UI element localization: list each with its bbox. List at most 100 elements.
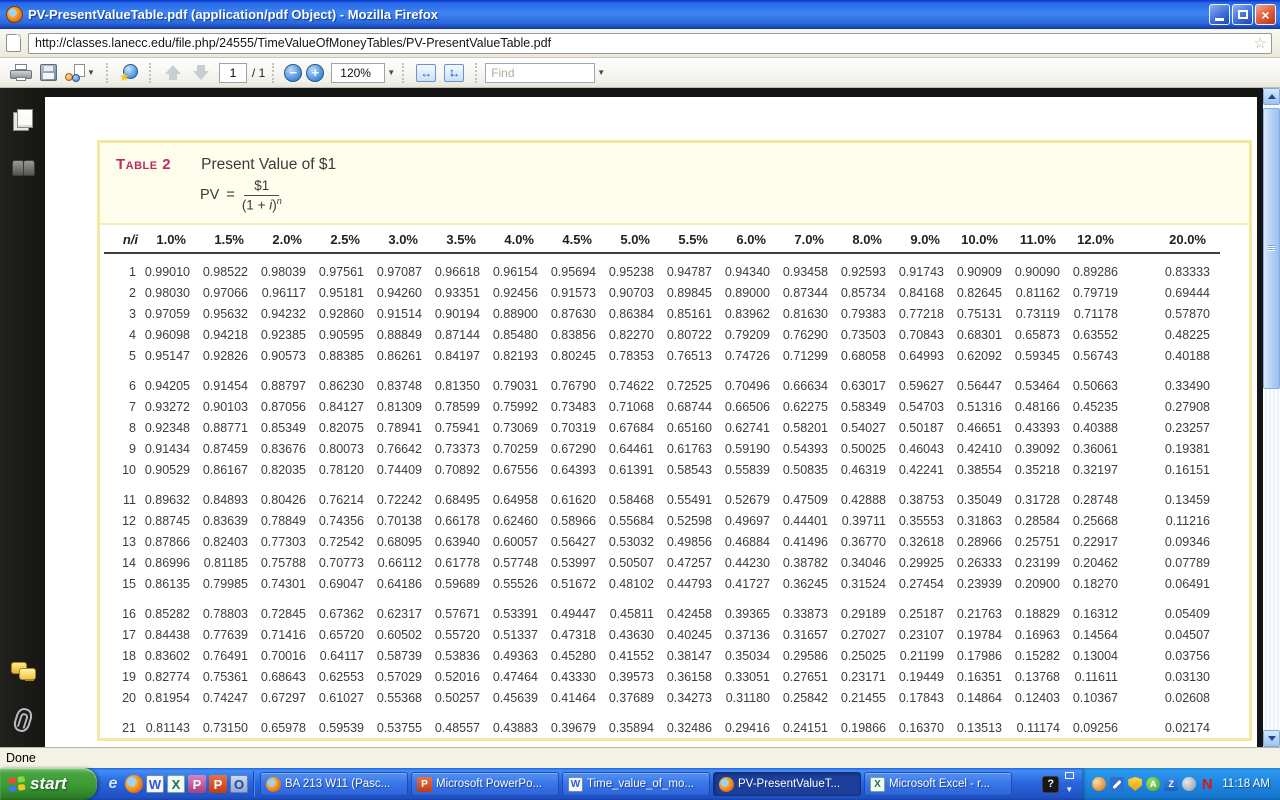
column-header: 3.0% <box>374 225 432 253</box>
pv-cell: 0.56743 <box>1070 346 1128 367</box>
shield-tray-icon[interactable] <box>1128 777 1142 791</box>
pages-icon[interactable] <box>11 108 35 132</box>
pv-cell: 0.47509 <box>780 481 838 511</box>
period-cell: 13 <box>104 532 142 553</box>
pv-cell: 0.01258 <box>1128 739 1220 741</box>
pv-cell: 0.52598 <box>664 511 722 532</box>
pv-cell: 0.57671 <box>432 595 490 625</box>
pv-cell: 0.05409 <box>1128 595 1220 625</box>
hidden-icons-toggle[interactable]: ▼ <box>1065 772 1074 797</box>
firefox-icon[interactable] <box>125 775 143 793</box>
pv-cell: 0.47257 <box>664 553 722 574</box>
powerpoint-icon[interactable] <box>209 775 227 793</box>
pv-cell: 0.98522 <box>200 253 258 283</box>
pv-cell: 0.84168 <box>896 283 954 304</box>
pv-cell: 0.77218 <box>896 304 954 325</box>
period-cell: 15 <box>104 574 142 595</box>
publisher-icon[interactable] <box>188 775 206 793</box>
period-cell: 5 <box>104 346 142 367</box>
pv-cell: 0.50025 <box>838 439 896 460</box>
novell-tray-icon[interactable] <box>1200 777 1214 791</box>
minimize-button[interactable] <box>1209 4 1230 25</box>
pv-cell: 0.89845 <box>664 283 722 304</box>
pv-cell: 0.77639 <box>200 625 258 646</box>
chevron-down-icon: ▼ <box>1065 785 1073 794</box>
pv-cell: 0.04507 <box>1128 625 1220 646</box>
fit-width-button[interactable]: ↔ <box>413 61 439 85</box>
comments-icon[interactable] <box>11 659 35 683</box>
pv-cell: 0.25187 <box>896 595 954 625</box>
save-button[interactable] <box>37 61 60 85</box>
arrow-down-icon <box>193 71 209 80</box>
pv-cell: 0.23107 <box>896 625 954 646</box>
pv-cell: 0.35034 <box>722 646 780 667</box>
pv-cell: 0.91573 <box>548 283 606 304</box>
pv-cell: 0.75941 <box>432 418 490 439</box>
find-input[interactable] <box>485 63 595 83</box>
pv-cell: 0.71068 <box>606 397 664 418</box>
pv-cell: 0.68095 <box>374 532 432 553</box>
taskbar-button[interactable]: Microsoft Excel - r... <box>864 772 1012 796</box>
bookmark-star-icon[interactable]: ☆ <box>1254 36 1267 51</box>
zoom-out-button[interactable]: − <box>284 64 302 82</box>
word-icon[interactable] <box>146 775 164 793</box>
table-row: 10.990100.985220.980390.975610.970870.96… <box>104 253 1220 283</box>
pv-cell: 0.62172 <box>258 739 316 741</box>
pv-cell: 0.82193 <box>490 346 548 367</box>
ie-icon[interactable] <box>104 775 122 793</box>
chevron-down-icon[interactable]: ▼ <box>597 68 605 77</box>
pv-cell: 0.69444 <box>1128 283 1220 304</box>
fit-page-button[interactable]: ↔↔ <box>441 61 467 85</box>
vertical-scrollbar[interactable] <box>1263 88 1280 747</box>
excel-icon[interactable] <box>167 775 185 793</box>
pv-cell: 0.71178 <box>1070 304 1128 325</box>
zoom-in-button[interactable]: + <box>306 64 324 82</box>
speaker-tray-icon[interactable] <box>1182 777 1196 791</box>
pv-cell: 0.53464 <box>1012 367 1070 397</box>
previous-page-button[interactable] <box>162 61 184 85</box>
scroll-up-button[interactable] <box>1263 88 1280 105</box>
taskbar-button[interactable]: Time_value_of_mo... <box>562 772 710 796</box>
column-header: 6.0% <box>722 225 780 253</box>
taskbar-button[interactable]: PV-PresentValueT... <box>713 772 861 796</box>
pv-cell: 0.63940 <box>432 532 490 553</box>
outlook-icon[interactable] <box>230 775 248 793</box>
taskbar-button[interactable]: Microsoft PowerPo... <box>411 772 559 796</box>
pv-cell: 0.35894 <box>606 709 664 739</box>
zoom-level-select[interactable]: 120% <box>331 63 385 83</box>
pv-cell: 0.38147 <box>664 646 722 667</box>
pv-cell: 0.73119 <box>1012 304 1070 325</box>
excel-icon <box>870 777 885 792</box>
pv-cell: 0.49363 <box>490 646 548 667</box>
restore-button[interactable] <box>1232 4 1253 25</box>
green-a-tray-icon[interactable] <box>1146 777 1160 791</box>
z-tray-icon[interactable] <box>1164 777 1178 791</box>
bookmarks-icon[interactable] <box>11 156 35 180</box>
pv-cell: 0.13459 <box>1128 481 1220 511</box>
collaborate-button[interactable]: ▼ <box>62 61 98 85</box>
globe-tray-icon[interactable] <box>1092 777 1106 791</box>
print-button[interactable] <box>7 61 35 85</box>
page-number-input[interactable] <box>219 63 247 83</box>
pv-cell: 0.83639 <box>200 511 258 532</box>
attachments-icon[interactable] <box>11 707 35 731</box>
wrench-tray-icon[interactable] <box>1110 777 1124 791</box>
period-cell: 1 <box>104 253 142 283</box>
url-input[interactable]: http://classes.lanecc.edu/file.php/24555… <box>28 33 1272 54</box>
start-button[interactable]: start <box>0 768 97 800</box>
share-button[interactable] <box>117 61 141 85</box>
close-button[interactable]: × <box>1255 4 1276 25</box>
table-row: 50.951470.928260.905730.883850.862610.84… <box>104 346 1220 367</box>
pv-cell: 0.29586 <box>780 646 838 667</box>
pv-cell: 0.57029 <box>374 667 432 688</box>
next-page-button[interactable] <box>190 61 212 85</box>
scroll-down-button[interactable] <box>1263 730 1280 747</box>
taskbar-button[interactable]: BA 213 W11 (Pasc... <box>260 772 408 796</box>
pv-cell: 0.61027 <box>316 688 374 709</box>
scrollbar-thumb[interactable] <box>1263 108 1280 389</box>
scrollbar-track[interactable] <box>1263 389 1280 730</box>
pv-cell: 0.14864 <box>954 688 1012 709</box>
pv-cell: 0.65720 <box>316 625 374 646</box>
help-indicator-icon[interactable]: ? <box>1042 776 1059 793</box>
chevron-down-icon[interactable]: ▼ <box>387 68 395 77</box>
